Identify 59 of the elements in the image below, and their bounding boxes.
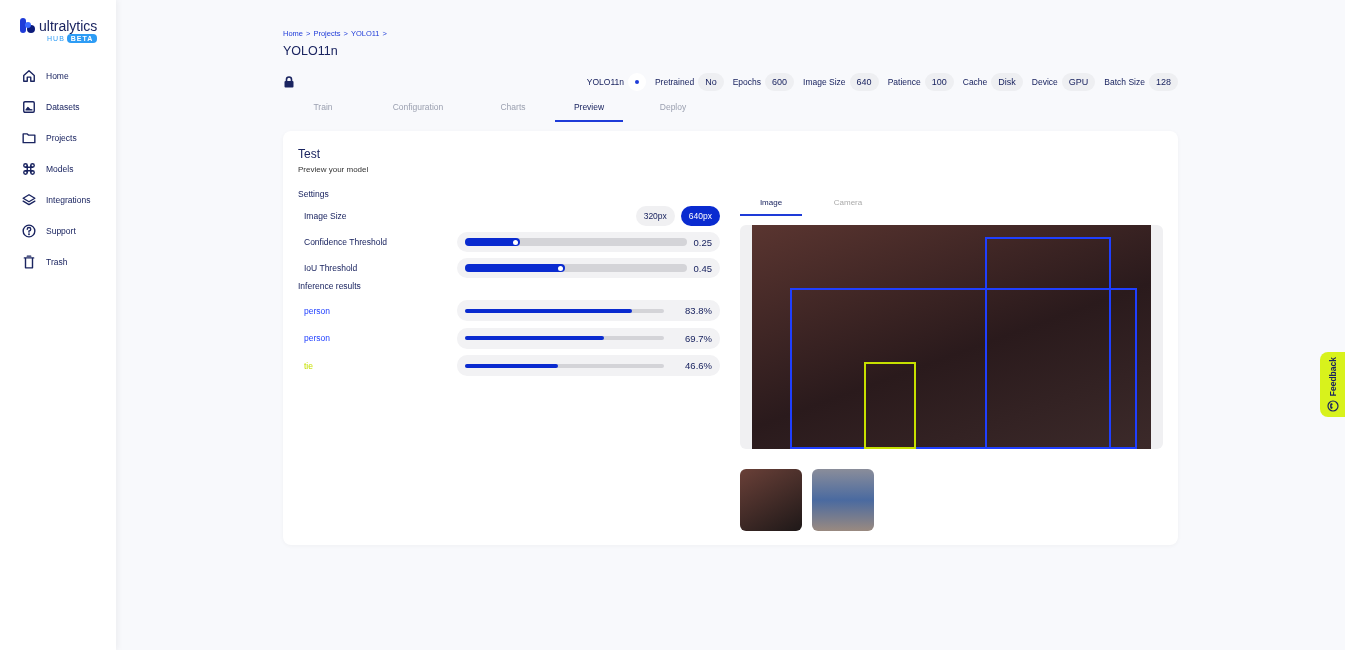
thumbnail-photo-placeholder[interactable]: [740, 469, 802, 531]
command-icon: [22, 162, 36, 176]
confidence-value: 83.8%: [685, 305, 712, 317]
slider-track[interactable]: [465, 264, 687, 272]
sidebar-item[interactable]: Support: [22, 222, 116, 240]
logo-icon: [20, 18, 36, 34]
layers-icon: [22, 193, 36, 207]
param-value: 640: [849, 73, 879, 91]
results-heading: Inference results: [298, 281, 362, 291]
class-label: person: [304, 305, 330, 316]
sidebar-item[interactable]: Home: [22, 67, 116, 85]
sidebar-item[interactable]: Datasets: [22, 98, 116, 116]
trash-icon: [22, 255, 36, 269]
card-title: Test: [298, 147, 321, 161]
sidebar-item[interactable]: Trash: [22, 253, 116, 271]
slider-value: 0.45: [693, 262, 712, 274]
param-label: Device: [1031, 77, 1058, 87]
class-label: person: [304, 333, 330, 344]
image-size-option[interactable]: 320px: [635, 206, 675, 226]
status-dot-icon: [627, 73, 646, 91]
param-value: Disk: [991, 73, 1023, 91]
logo-name: ultralytics: [39, 18, 98, 34]
setting-label: IoU Threshold: [304, 263, 358, 273]
card-subtitle: Preview your model: [298, 165, 370, 174]
source-tab[interactable]: Image: [740, 196, 802, 216]
setting-label: Confidence Threshold: [304, 237, 387, 247]
settings-heading: Settings: [298, 189, 330, 199]
setting-label: Image Size: [304, 211, 347, 221]
confidence-value: 46.6%: [685, 360, 712, 372]
smiley-icon: [1326, 400, 1339, 413]
confidence-value: 69.7%: [685, 332, 712, 344]
tab[interactable]: Preview: [555, 97, 623, 122]
help-icon: [22, 224, 36, 238]
param-label: Image Size: [803, 77, 846, 87]
home-icon: [22, 69, 36, 83]
slider-track[interactable]: [465, 238, 687, 246]
param-label: Patience: [887, 77, 921, 87]
class-label: tie: [304, 360, 313, 371]
model-name: YOLO11n: [586, 77, 624, 87]
sidebar-item[interactable]: Integrations: [22, 191, 116, 209]
slider-value: 0.25: [693, 236, 712, 248]
param-value: No: [698, 73, 724, 91]
sidebar-item[interactable]: Projects: [22, 129, 116, 147]
folder-icon: [22, 131, 36, 145]
feedback-button[interactable]: Feedback: [1320, 352, 1345, 417]
param-label: Batch Size: [1104, 77, 1145, 87]
param-label: Cache: [962, 77, 988, 87]
param-value: 600: [765, 73, 795, 91]
image-size-option[interactable]: 640px: [680, 206, 720, 226]
thumbnail-photo-placeholder[interactable]: [812, 469, 874, 531]
param-value: GPU: [1061, 73, 1096, 91]
param-label: Epochs: [732, 77, 762, 87]
param-value: 128: [1148, 73, 1178, 91]
lock-icon: [284, 76, 294, 88]
image-icon: [22, 100, 36, 114]
sidebar-item[interactable]: Models: [22, 160, 116, 178]
param-label: Pretrained: [654, 77, 695, 87]
param-value: 100: [924, 73, 954, 91]
page-title: YOLO11n: [283, 44, 339, 58]
